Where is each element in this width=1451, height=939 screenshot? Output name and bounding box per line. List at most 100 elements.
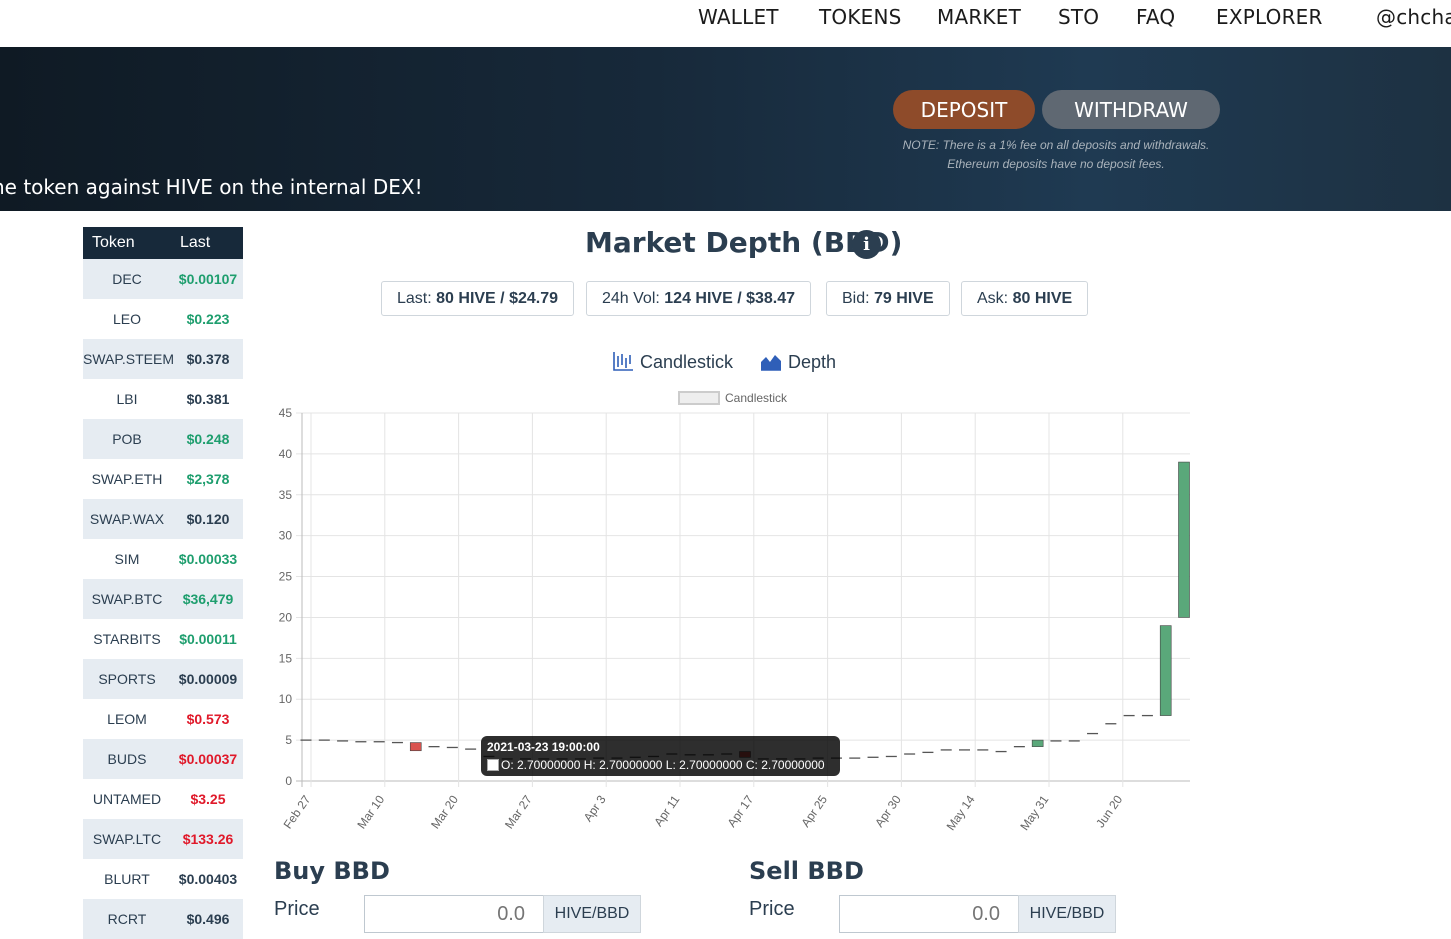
- tab-candlestick-label: Candlestick: [640, 352, 734, 372]
- token-row[interactable]: RCRT $0.496: [83, 899, 243, 939]
- token-symbol: DEC: [112, 271, 142, 287]
- tab-depth[interactable]: Depth: [760, 350, 836, 373]
- token-price: $0.378: [186, 351, 230, 367]
- x-tick-label: Apr 17: [725, 792, 757, 829]
- token-row[interactable]: SWAP.STEEM $0.378: [83, 339, 243, 379]
- tooltip-swatch: [487, 759, 499, 771]
- nav-explorer[interactable]: EXPLORER: [1216, 5, 1323, 29]
- x-tick-label: Mar 10: [354, 792, 387, 831]
- stat-volume-value: 124 HIVE / $38.47: [664, 290, 796, 307]
- y-tick-label: 0: [285, 774, 292, 788]
- nav-sto[interactable]: STO: [1058, 5, 1099, 29]
- token-symbol: BLURT: [104, 871, 150, 887]
- token-price: $0.496: [186, 911, 230, 927]
- token-row[interactable]: UNTAMED $3.25: [83, 779, 243, 819]
- x-tick-label: Mar 20: [428, 792, 461, 831]
- token-price: $0.00107: [178, 271, 238, 287]
- token-row[interactable]: BLURT $0.00403: [83, 859, 243, 899]
- y-tick-label: 40: [279, 447, 293, 461]
- sell-title: Sell BBD: [749, 857, 864, 885]
- deposit-button[interactable]: DEPOSIT: [893, 90, 1035, 129]
- stat-last-label: Last:: [397, 290, 432, 307]
- token-price: $133.26: [182, 831, 234, 847]
- token-row[interactable]: SPORTS $0.00009: [83, 659, 243, 699]
- nav-user[interactable]: @chchar: [1376, 5, 1451, 29]
- y-tick-label: 45: [279, 406, 293, 420]
- token-row[interactable]: SWAP.BTC $36,479: [83, 579, 243, 619]
- tab-candlestick[interactable]: Candlestick: [612, 350, 733, 373]
- token-row[interactable]: SWAP.ETH $2,378: [83, 459, 243, 499]
- stat-ask-label: Ask:: [977, 290, 1009, 307]
- token-price: $0.573: [186, 711, 230, 727]
- candle: [1159, 625, 1172, 716]
- token-table-header: Token Last: [83, 227, 243, 259]
- token-price: $3.25: [190, 791, 226, 807]
- token-symbol: POB: [112, 431, 142, 447]
- stat-bid-label: Bid:: [842, 290, 870, 307]
- column-header-token: Token: [92, 234, 135, 251]
- token-price: $0.00009: [178, 671, 238, 687]
- token-symbol: LEOM: [107, 711, 147, 727]
- nav-tokens[interactable]: TOKENS: [819, 5, 902, 29]
- token-price: $0.00037: [178, 751, 238, 767]
- nav-faq[interactable]: FAQ: [1136, 5, 1175, 29]
- token-symbol: SIM: [114, 551, 140, 567]
- x-tick-label: Apr 30: [872, 792, 904, 829]
- token-table: Token Last DEC $0.00107 LEO $0.223 SWAP.STEE…: [83, 227, 243, 939]
- banner-tagline: ne token against HIVE on the internal DE…: [0, 175, 423, 199]
- fee-note: NOTE: There is a 1% fee on all deposits …: [870, 136, 1242, 174]
- x-tick-label: Apr 25: [798, 792, 830, 829]
- token-row[interactable]: SWAP.LTC $133.26: [83, 819, 243, 859]
- top-nav: WALLET TOKENS MARKET STO FAQ EXPLORER @c…: [0, 0, 1451, 46]
- token-row[interactable]: LEOM $0.573: [83, 699, 243, 739]
- nav-market[interactable]: MARKET: [937, 5, 1021, 29]
- tooltip-title: 2021-03-23 19:00:00: [487, 740, 600, 754]
- token-row[interactable]: POB $0.248: [83, 419, 243, 459]
- x-tick-label: Feb 27: [281, 792, 314, 831]
- withdraw-button[interactable]: WITHDRAW: [1042, 90, 1220, 129]
- candle: [1178, 461, 1190, 618]
- stat-ask-value: 80 HIVE: [1012, 290, 1073, 307]
- buy-price-unit: HIVE/BBD: [543, 895, 641, 933]
- token-symbol: SWAP.STEEM: [83, 351, 175, 367]
- x-tick-label: Apr 3: [581, 792, 609, 824]
- x-tick-label: Jun 20: [1093, 792, 1125, 830]
- token-row[interactable]: STARBITS $0.00011: [83, 619, 243, 659]
- token-rows: DEC $0.00107 LEO $0.223 SWAP.STEEM $0.378 LBI $…: [83, 259, 243, 939]
- info-icon[interactable]: i: [852, 230, 881, 259]
- token-row[interactable]: SWAP.WAX $0.120: [83, 499, 243, 539]
- token-row[interactable]: LEO $0.223: [83, 299, 243, 339]
- token-row[interactable]: DEC $0.00107: [83, 259, 243, 299]
- token-symbol: BUDS: [107, 751, 147, 767]
- fee-note-line2: Ethereum deposits have no deposit fees.: [947, 157, 1165, 171]
- token-row[interactable]: SIM $0.00033: [83, 539, 243, 579]
- token-price: $0.248: [186, 431, 230, 447]
- stat-volume-label: 24h Vol:: [602, 290, 660, 307]
- token-symbol: STARBITS: [93, 631, 161, 647]
- column-header-last: Last: [180, 234, 211, 251]
- token-symbol: LBI: [116, 391, 138, 407]
- token-price: $0.120: [186, 511, 230, 527]
- stat-volume: 24h Vol: 124 HIVE / $38.47: [586, 281, 812, 316]
- sell-price-input[interactable]: [839, 895, 1019, 933]
- token-price: $2,378: [186, 471, 230, 487]
- x-tick-label: May 31: [1017, 792, 1051, 833]
- token-symbol: LEO: [112, 311, 141, 327]
- token-price: $0.381: [186, 391, 230, 407]
- token-row[interactable]: BUDS $0.00037: [83, 739, 243, 779]
- buy-price-input[interactable]: [364, 895, 544, 933]
- candle: [1031, 739, 1044, 747]
- token-symbol: SWAP.BTC: [91, 591, 163, 607]
- fee-note-line1: NOTE: There is a 1% fee on all deposits …: [902, 138, 1210, 152]
- token-symbol: SWAP.WAX: [89, 511, 165, 527]
- token-symbol: SPORTS: [98, 671, 156, 687]
- x-tick-label: Mar 27: [502, 792, 535, 831]
- candlestick-icon: [613, 352, 633, 371]
- stat-last-value: 80 HIVE / $24.79: [436, 290, 558, 307]
- stat-bid: Bid: 79 HIVE: [826, 281, 950, 316]
- nav-wallet[interactable]: WALLET: [698, 5, 779, 29]
- x-tick-label: Apr 11: [651, 792, 682, 829]
- token-price: $36,479: [182, 591, 234, 607]
- sell-price-label: Price: [749, 898, 795, 920]
- token-row[interactable]: LBI $0.381: [83, 379, 243, 419]
